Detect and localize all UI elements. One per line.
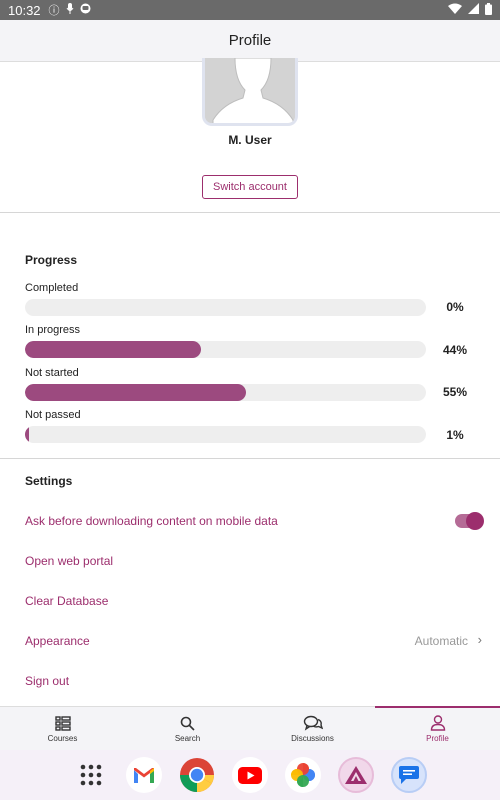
status-time: 10:32 xyxy=(8,2,41,18)
progress-percent: 55% xyxy=(442,385,468,399)
messages-icon[interactable] xyxy=(391,757,427,793)
wifi-icon xyxy=(448,3,462,17)
search-icon xyxy=(178,714,198,732)
profile-icon xyxy=(428,714,448,732)
user-name: M. User xyxy=(228,133,272,147)
status-bar: 10:32 ⓘ xyxy=(0,0,500,20)
avatar xyxy=(202,58,298,126)
app-drawer-icon[interactable] xyxy=(73,757,109,793)
youtube-icon[interactable] xyxy=(232,757,268,793)
toggle-knob xyxy=(466,512,484,530)
tab-label: Search xyxy=(174,734,201,743)
chrome-icon[interactable] xyxy=(179,757,215,793)
progress-fill xyxy=(25,426,29,443)
progress-percent: 1% xyxy=(446,428,464,442)
progress-percent: 0% xyxy=(446,300,464,314)
progress-bar xyxy=(25,299,426,316)
progress-percent: 44% xyxy=(442,343,468,357)
battery-icon xyxy=(485,2,492,18)
progress-label: Not passed xyxy=(25,409,81,421)
learning-app-icon[interactable] xyxy=(338,757,374,793)
app-notification-icon xyxy=(80,3,91,17)
gmail-icon[interactable] xyxy=(126,757,162,793)
page-title: Profile xyxy=(228,32,272,49)
photos-icon[interactable] xyxy=(285,757,321,793)
tab-search[interactable]: Search xyxy=(125,707,250,750)
tab-courses[interactable]: Courses xyxy=(0,707,125,750)
chevron-right-icon: › xyxy=(477,632,482,647)
progress-label: Completed xyxy=(25,282,79,294)
progress-bar xyxy=(25,341,426,358)
appearance-value[interactable]: Automatic xyxy=(415,634,468,648)
progress-label: In progress xyxy=(25,324,81,336)
divider xyxy=(0,458,500,459)
tab-label: Profile xyxy=(426,734,449,743)
tab-label: Courses xyxy=(47,734,78,743)
app-bar: Profile xyxy=(0,20,500,62)
app-dock xyxy=(0,750,500,800)
signal-icon xyxy=(468,3,479,17)
switch-account-button[interactable]: Switch account xyxy=(202,175,298,199)
profile-screen: 10:32 ⓘ Profile M. User Switch account P… xyxy=(0,0,500,800)
settings-title: Settings xyxy=(25,474,73,488)
discussions-icon xyxy=(303,714,323,732)
progress-title: Progress xyxy=(25,253,78,267)
mic-icon xyxy=(66,3,74,17)
tab-label: Discussions xyxy=(291,734,334,743)
progress-fill xyxy=(25,341,202,358)
setting-ask-before-download[interactable]: Ask before downloading content on mobile… xyxy=(25,514,278,528)
tab-profile[interactable]: Profile xyxy=(375,706,500,750)
sign-out-button[interactable]: Sign out xyxy=(25,674,69,688)
courses-icon xyxy=(53,714,73,732)
setting-appearance[interactable]: Appearance xyxy=(25,634,90,648)
mobile-data-toggle[interactable] xyxy=(455,512,484,530)
tab-discussions[interactable]: Discussions xyxy=(250,707,375,750)
progress-fill xyxy=(25,384,246,401)
setting-clear-database[interactable]: Clear Database xyxy=(25,594,108,608)
bottom-navigation: Courses Search Discussions Profile xyxy=(0,706,500,750)
progress-bar xyxy=(25,384,426,401)
info-icon: ⓘ xyxy=(48,5,60,17)
setting-open-web-portal[interactable]: Open web portal xyxy=(25,554,113,568)
divider xyxy=(0,212,500,213)
progress-bar xyxy=(25,426,426,443)
progress-label: Not started xyxy=(25,367,79,379)
